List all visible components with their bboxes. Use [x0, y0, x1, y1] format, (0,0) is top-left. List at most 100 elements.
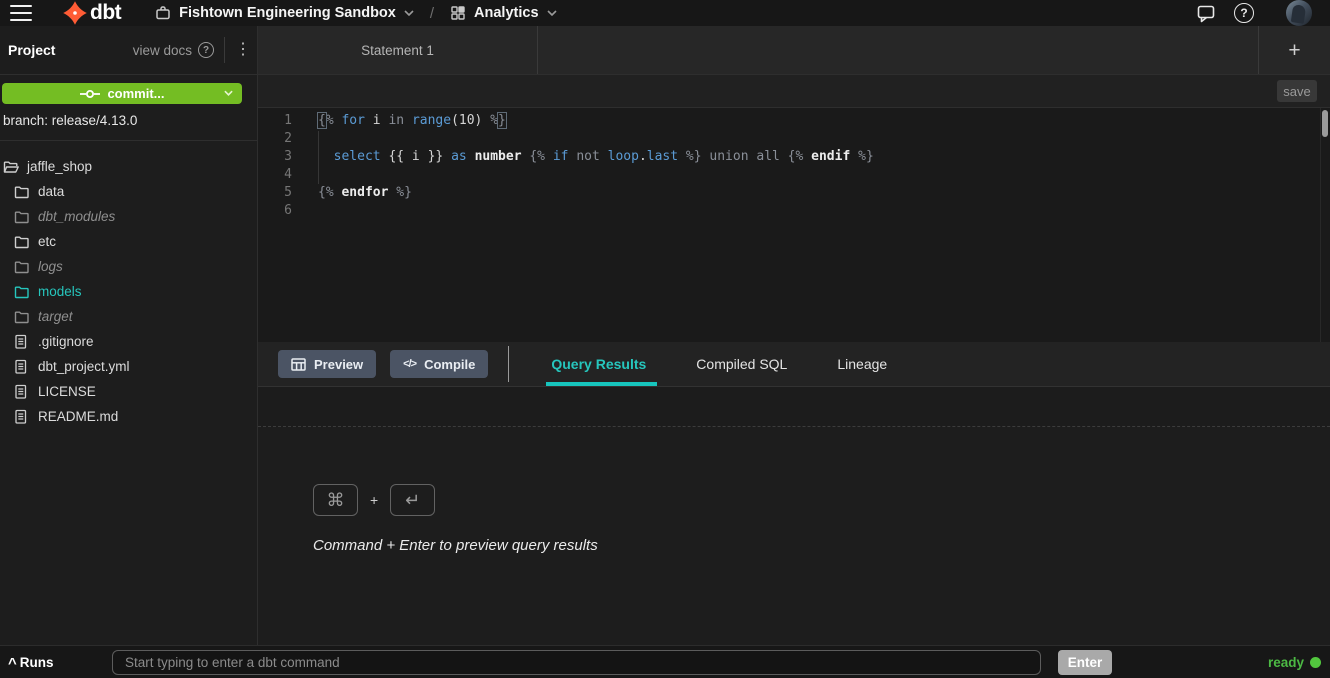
runs-label: Runs [20, 655, 54, 670]
new-tab-section: + [1258, 26, 1330, 74]
status-label: ready [1268, 655, 1304, 670]
folder-open-icon [3, 160, 20, 174]
file-icon [14, 334, 31, 349]
tree-item-target[interactable]: target [0, 304, 257, 329]
code-token: endif [811, 149, 850, 164]
breadcrumb-separator: / [430, 5, 434, 22]
code-token: i [365, 113, 388, 128]
line-number: 5 [258, 184, 292, 202]
line-number: 4 [258, 166, 292, 184]
dbt-logo-text: dbt [90, 1, 121, 25]
compile-button-label: Compile [424, 357, 475, 372]
tree-item-logs[interactable]: logs [0, 254, 257, 279]
code-token: } [498, 113, 506, 128]
account-switcher[interactable]: Fishtown Engineering Sandbox [155, 5, 414, 21]
code-token [404, 113, 412, 128]
account-name: Fishtown Engineering Sandbox [179, 5, 396, 21]
save-button[interactable]: save [1277, 80, 1317, 102]
file-icon [14, 409, 31, 424]
code-token: %} [686, 149, 702, 164]
tree-item--gitignore[interactable]: .gitignore [0, 329, 257, 354]
view-docs-label: view docs [133, 43, 192, 58]
grid-icon [450, 5, 466, 21]
status-bar: ^ Runs Enter ready [0, 645, 1330, 678]
project-switcher[interactable]: Analytics [450, 5, 556, 21]
hamburger-menu-icon[interactable] [10, 5, 32, 21]
git-commit-icon [79, 87, 101, 101]
editor-workspace: Statement 1 + save 1{% for i in range(10… [258, 26, 1330, 645]
scrollbar-thumb[interactable] [1322, 110, 1328, 137]
code-token: % [326, 113, 342, 128]
preview-button[interactable]: Preview [278, 350, 376, 378]
enter-button[interactable]: Enter [1058, 650, 1112, 675]
tree-item-dbt-modules[interactable]: dbt_modules [0, 204, 257, 229]
tab-query-results[interactable]: Query Results [546, 342, 651, 387]
runs-drawer-toggle[interactable]: ^ Runs [8, 655, 54, 670]
code-token: union all [702, 149, 788, 164]
code-token: % [490, 113, 498, 128]
code-editor[interactable]: 1{% for i in range(10) %}23 select {{ i … [258, 108, 1330, 342]
keycap-row: ⌘ + ↵ [313, 484, 1330, 516]
feedback-chat-button[interactable] [1196, 3, 1216, 23]
top-bar-left: dbt Fishtown Engineering Sandbox / [0, 0, 557, 26]
results-content: ⌘ + ↵ Command + Enter to preview query r… [258, 427, 1330, 645]
chat-bubble-icon [1196, 3, 1216, 23]
code-token: (10) [451, 113, 490, 128]
plus-separator: + [370, 492, 378, 508]
shortcut-hint-text: Command + Enter to preview query results [313, 537, 1330, 554]
top-bar-right: ? [1196, 0, 1330, 26]
user-avatar[interactable] [1286, 0, 1312, 26]
dbt-command-input[interactable] [112, 650, 1041, 675]
tab-compiled-sql[interactable]: Compiled SQL [691, 342, 792, 387]
code-token: { [318, 113, 326, 128]
chevron-down-icon [547, 10, 557, 16]
folder-icon [14, 185, 31, 199]
tree-item-label: dbt_project.yml [38, 359, 130, 374]
tree-item-label: README.md [38, 409, 118, 424]
sidebar-kebab-menu[interactable]: ⋮ [235, 42, 251, 58]
tree-item-data[interactable]: data [0, 179, 257, 204]
code-line-5: 5{% endfor %} [258, 184, 1330, 202]
top-bar: dbt Fishtown Engineering Sandbox / [0, 0, 1330, 26]
chevron-down-icon [404, 10, 414, 16]
tree-item-license[interactable]: LICENSE [0, 379, 257, 404]
new-tab-button[interactable]: + [1288, 40, 1300, 61]
tree-item-etc[interactable]: etc [0, 229, 257, 254]
commit-button-label: commit... [107, 86, 164, 101]
code-token: number [475, 149, 522, 164]
code-token: in [388, 113, 404, 128]
chevron-up-icon: ^ [8, 658, 17, 670]
folder-icon [14, 310, 31, 324]
help-button[interactable]: ? [1234, 3, 1254, 23]
code-token: {% [788, 149, 811, 164]
file-icon [14, 359, 31, 374]
tree-item-jaffle-shop[interactable]: jaffle_shop [0, 154, 257, 179]
tree-item-dbt-project-yml[interactable]: dbt_project.yml [0, 354, 257, 379]
tab-lineage[interactable]: Lineage [832, 342, 892, 387]
file-icon [14, 384, 31, 399]
tab-label: Query Results [551, 356, 646, 372]
compile-button[interactable]: </> Compile [390, 350, 488, 378]
tree-item-models[interactable]: models [0, 279, 257, 304]
commit-button[interactable]: commit... [2, 83, 242, 104]
results-panel: Preview </> Compile Query Results Compil… [258, 342, 1330, 645]
code-token: select [334, 149, 381, 164]
tree-item-label: .gitignore [38, 334, 94, 349]
briefcase-icon [155, 5, 171, 21]
code-token: not [576, 149, 599, 164]
editor-tab-strip: Statement 1 + [258, 26, 1330, 75]
folder-icon [14, 260, 31, 274]
dbt-cloud-ide: dbt Fishtown Engineering Sandbox / [0, 0, 1330, 678]
sidebar-title: Project [8, 42, 55, 58]
tree-item-readme-md[interactable]: README.md [0, 404, 257, 429]
folder-icon [14, 235, 31, 249]
editor-tab-statement-1[interactable]: Statement 1 [258, 26, 538, 74]
view-docs-link[interactable]: view docs ? [133, 42, 214, 58]
tree-item-label: logs [38, 259, 63, 274]
question-mark-icon: ? [1234, 3, 1254, 23]
scrollbar-track [1320, 108, 1321, 342]
command-key-icon: ⌘ [313, 484, 358, 516]
enter-key-icon: ↵ [390, 484, 435, 516]
code-line-1: 1{% for i in range(10) %} [258, 112, 1330, 130]
editor-tab-label: Statement 1 [361, 43, 434, 58]
